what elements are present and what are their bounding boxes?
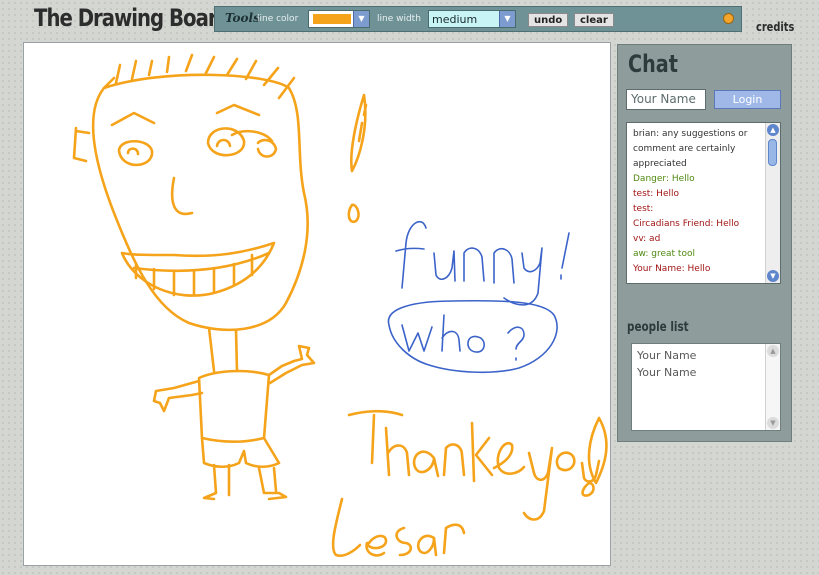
chat-message: brian: any suggestions or comment are ce… — [633, 129, 748, 169]
scroll-thumb[interactable] — [768, 139, 777, 166]
people-scrollbar[interactable]: ▲ ▼ — [765, 344, 780, 430]
toolbar-title: Tools — [225, 11, 260, 25]
scroll-down-icon[interactable]: ▼ — [767, 417, 779, 429]
app-title: The Drawing Board — [34, 4, 231, 32]
scroll-down-icon[interactable]: ▼ — [767, 270, 779, 282]
clear-button[interactable]: clear — [574, 13, 614, 27]
credits-link[interactable]: credits — [756, 20, 794, 34]
line-width-label: line width — [377, 14, 421, 24]
orange-strokes — [72, 53, 608, 557]
chevron-down-icon[interactable]: ▼ — [499, 11, 515, 27]
people-list[interactable]: Your Name Your Name ▲ ▼ — [631, 343, 781, 431]
undo-button[interactable]: undo — [528, 13, 569, 27]
line-color-select[interactable]: ▼ — [308, 10, 370, 28]
chat-title: Chat — [628, 50, 678, 78]
chat-message: Danger: Hello — [633, 174, 695, 184]
blue-strokes — [387, 220, 570, 374]
line-color-swatch — [313, 14, 351, 24]
chevron-down-icon[interactable]: ▼ — [353, 11, 369, 27]
chat-message: aw: great tool — [633, 249, 695, 259]
chat-message: Circadians Friend: Hello — [633, 219, 740, 229]
drawing-canvas[interactable] — [23, 42, 611, 566]
line-color-label: line color — [257, 14, 299, 24]
name-input[interactable]: Your Name — [626, 89, 706, 110]
chat-message: Your Name: Hello — [633, 264, 711, 274]
status-dot-icon[interactable] — [723, 13, 734, 24]
chat-scrollbar[interactable]: ▲ ▼ — [765, 123, 780, 283]
drawing-strokes — [72, 53, 608, 557]
scroll-up-icon[interactable]: ▲ — [767, 345, 779, 357]
chat-message: vv: ad — [633, 234, 661, 244]
line-width-select[interactable]: medium ▼ — [428, 10, 516, 28]
toolbar: Tools line color ▼ line width medium ▼ u… — [214, 6, 742, 32]
chat-message: test: Hello — [633, 189, 679, 199]
chat-messages[interactable]: brian: any suggestions or comment are ce… — [626, 122, 781, 284]
line-width-value: medium — [432, 13, 478, 26]
chat-message: test: — [633, 204, 654, 214]
scroll-up-icon[interactable]: ▲ — [767, 124, 779, 136]
login-button[interactable]: Login — [714, 90, 781, 109]
person-item[interactable]: Your Name — [637, 364, 696, 381]
people-list-title: people list — [627, 320, 689, 335]
message-list: brian: any suggestions or comment are ce… — [633, 127, 765, 277]
people-names: Your Name Your Name — [637, 347, 696, 381]
person-item[interactable]: Your Name — [637, 347, 696, 364]
chat-panel: Chat Your Name Login brian: any suggesti… — [617, 44, 792, 442]
